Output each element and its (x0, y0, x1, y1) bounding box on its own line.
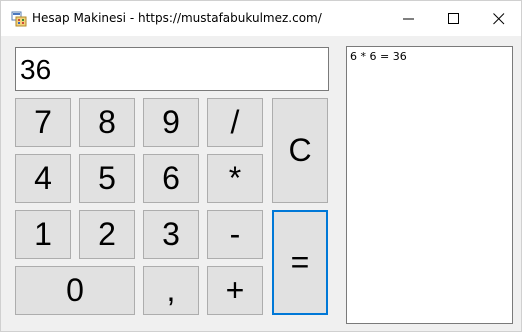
close-button[interactable] (476, 1, 522, 36)
calculator-app-icon (11, 11, 27, 27)
key-5-button[interactable]: 5 (79, 154, 135, 203)
close-icon (493, 13, 505, 25)
calculator-window: Hesap Makinesi - https://mustafabukulmez… (0, 0, 522, 332)
result-display[interactable]: 36 (15, 47, 329, 91)
key-2-button[interactable]: 2 (79, 210, 135, 259)
window-title: Hesap Makinesi - https://mustafabukulmez… (32, 11, 322, 25)
key-3-button[interactable]: 3 (143, 210, 199, 259)
key-1-button[interactable]: 1 (15, 210, 71, 259)
equals-button[interactable]: = (272, 210, 328, 315)
multiply-button[interactable]: * (207, 154, 263, 203)
key-8-button[interactable]: 8 (79, 98, 135, 147)
key-7-button[interactable]: 7 (15, 98, 71, 147)
key-9-button[interactable]: 9 (143, 98, 199, 147)
key-6-button[interactable]: 6 (143, 154, 199, 203)
add-button[interactable]: + (207, 266, 263, 315)
subtract-button[interactable]: - (207, 210, 263, 259)
comma-button[interactable]: , (143, 266, 199, 315)
minimize-icon (403, 18, 414, 20)
history-item[interactable]: 6 * 6 = 36 (347, 47, 512, 63)
maximize-button[interactable] (431, 1, 477, 36)
maximize-icon (448, 13, 459, 24)
key-0-button[interactable]: 0 (15, 266, 135, 315)
minimize-button[interactable] (386, 1, 432, 36)
key-4-button[interactable]: 4 (15, 154, 71, 203)
divide-button[interactable]: / (207, 98, 263, 147)
history-list[interactable]: 6 * 6 = 36 (346, 46, 513, 324)
title-bar[interactable]: Hesap Makinesi - https://mustafabukulmez… (1, 1, 521, 36)
clear-button[interactable]: C (272, 98, 328, 203)
